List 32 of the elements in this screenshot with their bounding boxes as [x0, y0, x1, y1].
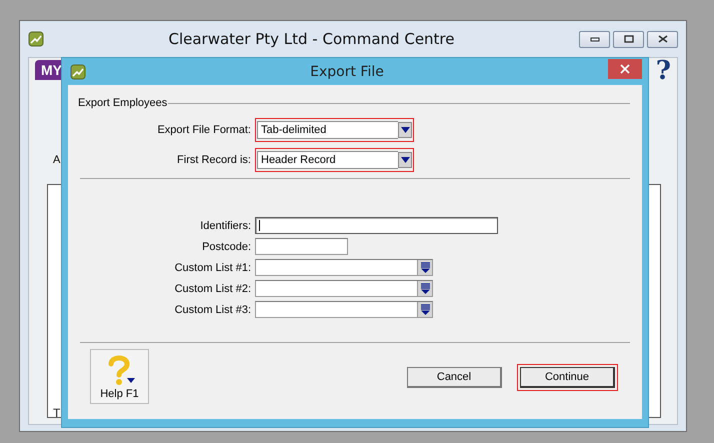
help-icon[interactable]: ?: [656, 56, 671, 86]
help-button[interactable]: Help F1: [90, 349, 149, 404]
input-field[interactable]: [255, 238, 348, 255]
dialog-title: Export File: [309, 64, 385, 80]
label-fragment: T: [53, 406, 60, 420]
app-icon: [28, 31, 44, 47]
field-label: Postcode:: [201, 240, 252, 252]
close-icon: [658, 35, 668, 43]
field-label: Identifiers:: [199, 220, 252, 232]
dropdown-field[interactable]: Tab-delimited: [255, 118, 414, 142]
field-label: First Record is:: [176, 154, 252, 166]
field-label: Custom List #3:: [174, 304, 252, 316]
minimize-icon: [590, 36, 600, 42]
dropdown-field[interactable]: [255, 301, 433, 318]
dropdown-field[interactable]: Header Record: [255, 148, 414, 172]
window-title: Clearwater Pty Ltd - Command Centre: [167, 30, 456, 48]
close-icon: [620, 64, 630, 74]
dialog-button[interactable]: Cancel: [404, 364, 505, 391]
maximize-icon: [624, 35, 634, 43]
maximize-button[interactable]: [613, 30, 644, 48]
app-icon: [70, 64, 86, 80]
field-label: Custom List #1:: [174, 262, 252, 274]
field-label: Custom List #2:: [174, 282, 252, 294]
dropdown-field[interactable]: [255, 280, 433, 297]
section-heading: Export Employees: [78, 97, 168, 109]
field-label: Export File Format:: [156, 124, 252, 136]
label-fragment: A: [53, 154, 60, 166]
dialog-button[interactable]: Continue: [517, 364, 618, 391]
dropdown-field[interactable]: [255, 259, 433, 276]
minimize-button[interactable]: [579, 30, 610, 48]
close-button[interactable]: [647, 30, 678, 48]
input-field[interactable]: [255, 217, 498, 234]
